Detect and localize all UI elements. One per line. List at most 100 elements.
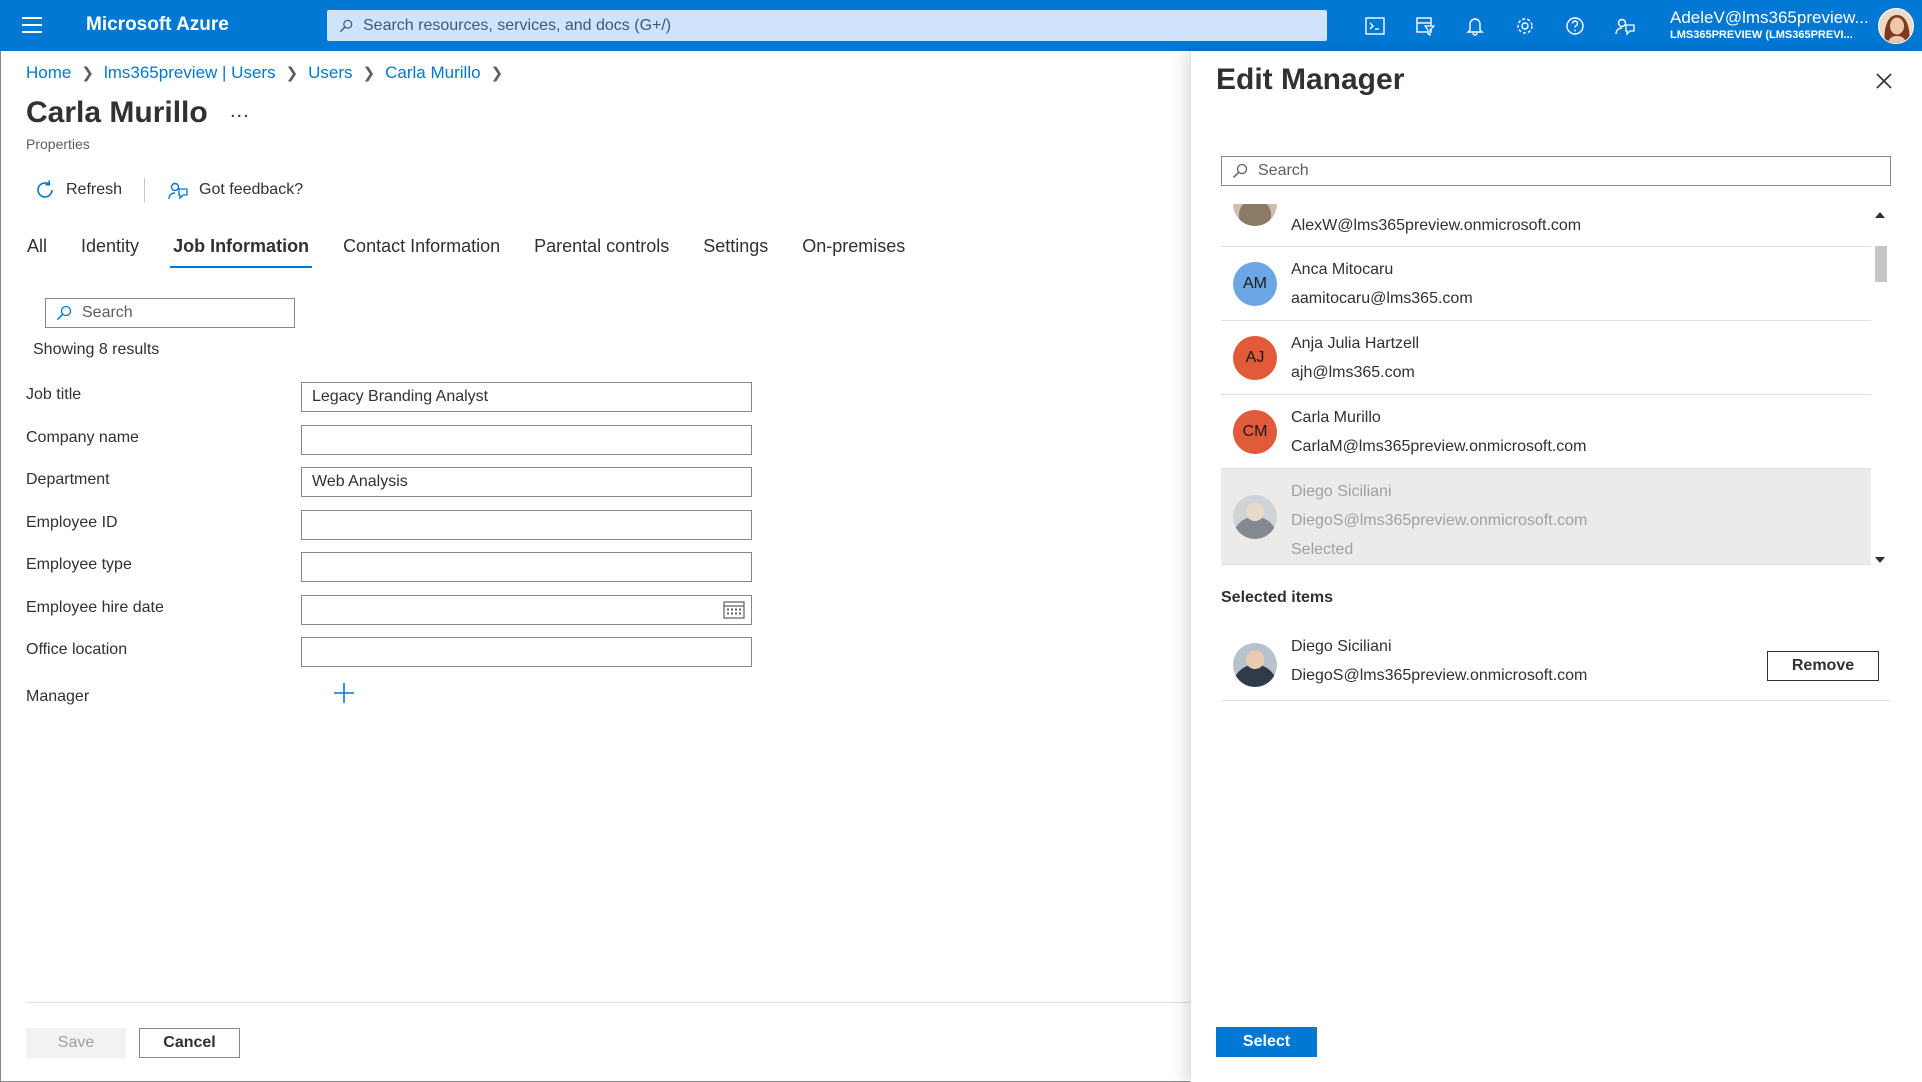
refresh-label: Refresh	[66, 181, 123, 198]
tab-job-information[interactable]: Job Information	[170, 236, 313, 268]
breadcrumb-user[interactable]: Carla Murillo	[385, 63, 480, 83]
command-bar: Refresh Got feedback?	[34, 178, 325, 202]
tab-on-premises[interactable]: On-premises	[802, 236, 905, 265]
avatar: AJ	[1233, 336, 1277, 380]
feedback-button[interactable]: Got feedback?	[167, 179, 303, 201]
search-icon	[1232, 163, 1248, 179]
feedback-icon[interactable]	[1600, 10, 1650, 41]
user-list-scrollbar[interactable]	[1871, 210, 1889, 565]
tab-settings[interactable]: Settings	[703, 236, 768, 265]
list-item[interactable]: CM Carla Murillo CarlaM@lms365preview.on…	[1221, 395, 1871, 469]
list-item[interactable]: AM Anca Mitocaru aamitocaru@lms365.com	[1221, 247, 1871, 321]
job-title-row: Job title Legacy Branding Analyst	[26, 382, 756, 412]
office-location-label: Office location	[26, 641, 128, 658]
list-item[interactable]: AlexW@lms365preview.onmicrosoft.com	[1221, 204, 1871, 247]
manager-search-placeholder: Search	[1258, 162, 1309, 179]
hire-date-field[interactable]	[301, 595, 752, 625]
search-icon	[339, 19, 353, 32]
employee-id-field[interactable]	[301, 510, 752, 540]
notifications-icon[interactable]	[1450, 10, 1500, 41]
list-item-name: Carla Murillo	[1291, 409, 1381, 426]
company-name-row: Company name	[26, 425, 756, 455]
account-tenant: LMS365PREVIEW (LMS365PREVI...	[1670, 29, 1853, 41]
employee-id-label: Employee ID	[26, 514, 118, 531]
cloud-shell-icon[interactable]	[1350, 10, 1400, 41]
brand-title[interactable]: Microsoft Azure	[86, 14, 229, 36]
global-search-input[interactable]: Search resources, services, and docs (G+…	[327, 10, 1327, 41]
feedback-person-icon	[168, 182, 188, 200]
scroll-thumb[interactable]	[1875, 246, 1887, 282]
top-bar: Microsoft Azure Search resources, servic…	[0, 0, 1922, 51]
results-count: Showing 8 results	[33, 341, 160, 358]
company-name-field[interactable]	[301, 425, 752, 455]
breadcrumb-home[interactable]: Home	[26, 63, 71, 83]
list-item-selected[interactable]: Diego Siciliani DiegoS@lms365preview.onm…	[1221, 469, 1871, 565]
more-options-icon[interactable]: ...	[230, 100, 250, 123]
list-item-email: AlexW@lms365preview.onmicrosoft.com	[1291, 217, 1582, 234]
tab-parental-controls[interactable]: Parental controls	[534, 236, 669, 265]
remove-button[interactable]: Remove	[1767, 651, 1879, 681]
list-item-email: ajh@lms365.com	[1291, 364, 1415, 381]
selected-item-name: Diego Siciliani	[1291, 638, 1392, 655]
cancel-button[interactable]: Cancel	[139, 1028, 240, 1058]
office-location-field[interactable]	[301, 637, 752, 667]
department-row: Department Web Analysis	[26, 467, 756, 497]
breadcrumb-tenant-users[interactable]: lms365preview | Users	[104, 63, 276, 83]
list-item-name: Anca Mitocaru	[1291, 261, 1394, 278]
tab-all[interactable]: All	[27, 236, 47, 265]
hire-date-label: Employee hire date	[26, 599, 164, 616]
list-item-name: Diego Siciliani	[1291, 483, 1392, 500]
page-subtitle: Properties	[26, 136, 90, 152]
scroll-down-arrow-icon[interactable]	[1875, 557, 1885, 563]
avatar: AM	[1233, 262, 1277, 306]
calendar-icon[interactable]	[723, 601, 745, 619]
list-item-email: aamitocaru@lms365.com	[1291, 290, 1473, 307]
list-item-status: Selected	[1291, 541, 1354, 558]
properties-search-placeholder: Search	[82, 304, 133, 321]
list-item-email: DiegoS@lms365preview.onmicrosoft.com	[1291, 512, 1588, 529]
properties-search-input[interactable]: Search	[45, 298, 295, 328]
footer-divider	[26, 1002, 1190, 1003]
close-icon[interactable]	[1874, 71, 1894, 91]
help-icon[interactable]	[1550, 10, 1600, 41]
manager-search-input[interactable]: Search	[1221, 156, 1891, 186]
select-button[interactable]: Select	[1216, 1027, 1317, 1057]
breadcrumb-users[interactable]: Users	[308, 63, 352, 83]
add-manager-plus-icon[interactable]	[332, 681, 356, 705]
page-title: Carla Murillo	[26, 96, 208, 129]
settings-icon[interactable]	[1500, 10, 1550, 41]
panel-title: Edit Manager	[1216, 63, 1405, 96]
directory-filter-icon[interactable]	[1400, 10, 1450, 41]
company-name-label: Company name	[26, 429, 139, 446]
list-item[interactable]: AJ Anja Julia Hartzell ajh@lms365.com	[1221, 321, 1871, 395]
scroll-up-arrow-icon[interactable]	[1875, 212, 1885, 218]
save-button[interactable]: Save	[26, 1028, 126, 1058]
chevron-right-icon: ❯	[362, 65, 376, 82]
employee-type-field[interactable]	[301, 552, 752, 582]
user-list: AlexW@lms365preview.onmicrosoft.com AM A…	[1221, 204, 1891, 616]
list-item-email: CarlaM@lms365preview.onmicrosoft.com	[1291, 438, 1587, 455]
employee-id-row: Employee ID	[26, 510, 756, 540]
department-field[interactable]: Web Analysis	[301, 467, 752, 497]
edit-manager-panel: Edit Manager Search AlexW@lms365preview.…	[1190, 51, 1922, 1082]
search-icon	[56, 305, 72, 321]
avatar	[1233, 495, 1277, 539]
manager-label: Manager	[26, 688, 90, 705]
chevron-right-icon: ❯	[490, 65, 504, 82]
tab-contact-information[interactable]: Contact Information	[343, 236, 500, 265]
hamburger-menu-icon[interactable]	[22, 17, 42, 33]
office-location-row: Office location	[26, 637, 756, 667]
tab-identity[interactable]: Identity	[81, 236, 139, 265]
selected-item: Diego Siciliani DiegoS@lms365preview.onm…	[1221, 627, 1891, 701]
account-avatar[interactable]	[1878, 8, 1914, 44]
breadcrumb: Home ❯ lms365preview | Users ❯ Users ❯ C…	[26, 63, 513, 83]
avatar	[1233, 204, 1277, 226]
job-title-field[interactable]: Legacy Branding Analyst	[301, 382, 752, 412]
manager-row: Manager	[26, 681, 756, 711]
refresh-button[interactable]: Refresh	[34, 179, 122, 201]
feedback-label: Got feedback?	[199, 181, 304, 198]
selected-items-heading: Selected items	[1221, 589, 1334, 606]
department-label: Department	[26, 471, 110, 488]
account-menu[interactable]: AdeleV@lms365preview... LMS365PREVIEW (L…	[1670, 8, 1869, 42]
chevron-right-icon: ❯	[285, 65, 299, 82]
